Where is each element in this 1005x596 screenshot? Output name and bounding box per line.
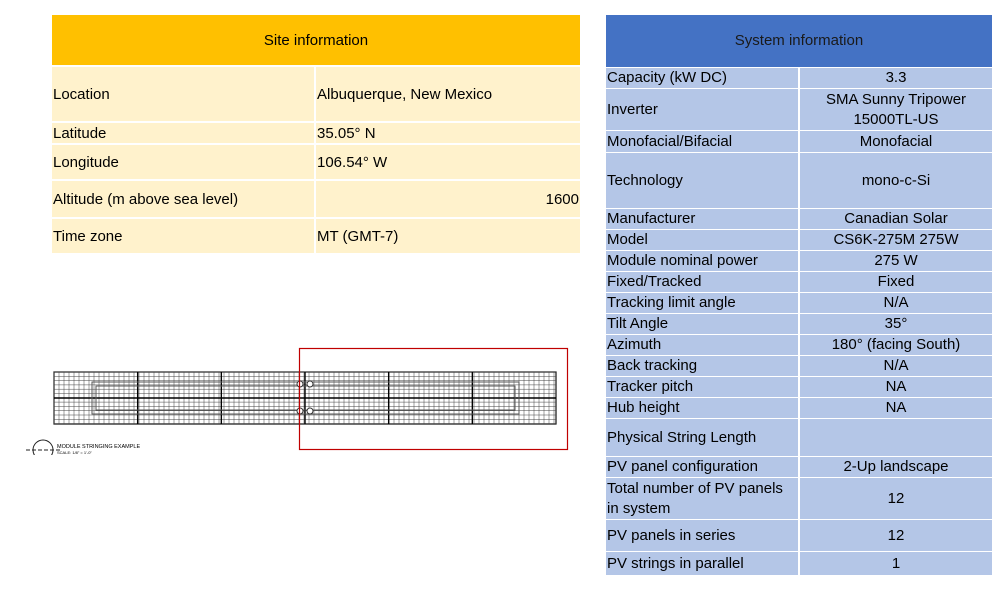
row-value: NA [799, 376, 992, 398]
table-row: Capacity (kW DC) 3.3 [606, 67, 992, 89]
row-value: 35° [799, 313, 992, 335]
table-row: Model CS6K-275M 275W [606, 229, 992, 251]
row-label: Manufacturer [606, 208, 800, 230]
site-table-title: Site information [52, 15, 580, 67]
table-row: Tilt Angle 35° [606, 313, 992, 335]
row-value [799, 418, 992, 457]
row-label: Back tracking [606, 355, 800, 377]
row-value: SMA Sunny Tripower 15000TL-US [799, 88, 992, 131]
row-value: 106.54° W [315, 144, 580, 181]
pv-array-grid [53, 371, 557, 425]
row-label: Physical String Length [606, 418, 800, 457]
row-label: Inverter [606, 88, 800, 131]
row-value: MT (GMT-7) [315, 218, 580, 255]
row-label: Fixed/Tracked [606, 271, 800, 293]
table-row: Latitude 35.05° N [52, 122, 580, 145]
row-value: Monofacial [799, 130, 992, 153]
system-table-title: System information [606, 15, 992, 68]
row-label: Location [52, 66, 316, 123]
table-row: Back tracking N/A [606, 355, 992, 377]
drawing-scale: SCALE: 1/8" = 1'-0" [57, 450, 92, 455]
row-label: Tracker pitch [606, 376, 800, 398]
row-label: Monofacial/Bifacial [606, 130, 800, 153]
row-value: 12 [799, 519, 992, 552]
row-label: Latitude [52, 122, 316, 145]
row-label: Model [606, 229, 800, 251]
row-value: 275 W [799, 250, 992, 272]
system-information-table: System information Capacity (kW DC) 3.3 I… [606, 15, 992, 576]
row-label: Tracking limit angle [606, 292, 800, 314]
detail-callout-icon [26, 439, 60, 455]
row-value: N/A [799, 292, 992, 314]
string-connector-icon [306, 407, 314, 415]
row-value: NA [799, 397, 992, 419]
table-row: Altitude (m above sea level) 1600 [52, 180, 580, 219]
row-label: Azimuth [606, 334, 800, 356]
table-row: Technology mono-c-Si [606, 152, 992, 209]
table-row: Module nominal power 275 W [606, 250, 992, 272]
table-row: Manufacturer Canadian Solar [606, 208, 992, 230]
table-row: Time zone MT (GMT-7) [52, 218, 580, 255]
table-row: PV panel configuration 2-Up landscape [606, 456, 992, 478]
table-row: PV strings in parallel 1 [606, 551, 992, 576]
table-row: Inverter SMA Sunny Tripower 15000TL-US [606, 88, 992, 131]
row-value: CS6K-275M 275W [799, 229, 992, 251]
site-header-row: Site information [52, 15, 580, 67]
row-value: Canadian Solar [799, 208, 992, 230]
table-row: Monofacial/Bifacial Monofacial [606, 130, 992, 153]
row-value: Fixed [799, 271, 992, 293]
row-value: 3.3 [799, 67, 992, 89]
row-value: 2-Up landscape [799, 456, 992, 478]
system-header-row: System information [606, 15, 992, 68]
row-value: N/A [799, 355, 992, 377]
string-connector-icon [306, 380, 314, 388]
row-label: PV panel configuration [606, 456, 800, 478]
table-row: Tracking limit angle N/A [606, 292, 992, 314]
table-row: PV panels in series 12 [606, 519, 992, 552]
row-value: 12 [799, 477, 992, 520]
row-label: Total number of PV panels in system [606, 477, 800, 520]
table-row: Fixed/Tracked Fixed [606, 271, 992, 293]
table-row: Longitude 106.54° W [52, 144, 580, 181]
row-label: Tilt Angle [606, 313, 800, 335]
table-row: Azimuth 180° (facing South) [606, 334, 992, 356]
row-value: 1 [799, 551, 992, 576]
row-value: 180° (facing South) [799, 334, 992, 356]
table-row: Physical String Length [606, 418, 992, 457]
row-label: Technology [606, 152, 800, 209]
table-row: Location Albuquerque, New Mexico [52, 66, 580, 123]
row-label: PV strings in parallel [606, 551, 800, 576]
row-value: 35.05° N [315, 122, 580, 145]
row-value: Albuquerque, New Mexico [315, 66, 580, 123]
row-label: Module nominal power [606, 250, 800, 272]
site-information-table: Site information Location Albuquerque, N… [52, 15, 580, 255]
table-row: Tracker pitch NA [606, 376, 992, 398]
row-label: Altitude (m above sea level) [52, 180, 316, 219]
table-row: Hub height NA [606, 397, 992, 419]
row-value: mono-c-Si [799, 152, 992, 209]
row-label: Time zone [52, 218, 316, 255]
module-stringing-drawing: MODULE STRINGING EXAMPLE SCALE: 1/8" = 1… [26, 347, 569, 455]
row-label: PV panels in series [606, 519, 800, 552]
table-row: Total number of PV panels in system 12 [606, 477, 992, 520]
row-label: Hub height [606, 397, 800, 419]
row-label: Capacity (kW DC) [606, 67, 800, 89]
row-value: 1600 [315, 180, 580, 219]
row-label: Longitude [52, 144, 316, 181]
